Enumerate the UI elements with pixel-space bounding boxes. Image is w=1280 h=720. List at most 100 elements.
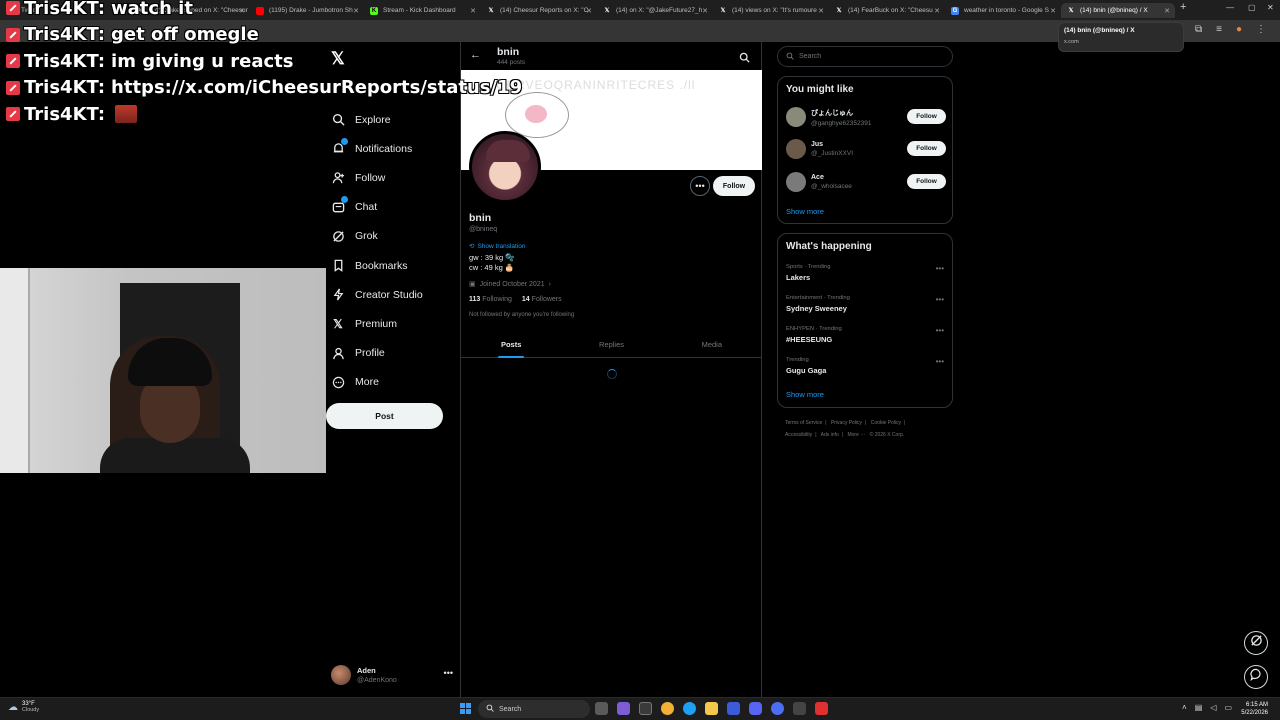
more-dots-icon[interactable]: ••• (936, 264, 944, 273)
sidebar-item-chat[interactable]: Chat (331, 193, 456, 222)
sidebar-item-notifications[interactable]: Notifications (331, 134, 456, 163)
copyright: © 2026 X Corp. (869, 432, 905, 438)
clock[interactable]: 6:15 AM 5/22/2026 (1241, 701, 1268, 717)
sidebar-item-grok[interactable]: Grok (331, 222, 456, 251)
footer-link[interactable]: Accessibility (785, 432, 812, 438)
emote-image (115, 105, 138, 124)
browser-tab-active[interactable]: 𝕏 (14) bnin (@bnineq) / X ✕ (1061, 3, 1175, 18)
sidebar-item-profile[interactable]: Profile (331, 339, 456, 368)
close-window-icon[interactable]: ✕ (1267, 3, 1274, 12)
minimize-icon[interactable]: — (1226, 3, 1234, 12)
trend-item[interactable]: Entertainment · Trending Sydney Sweeney … (786, 295, 946, 321)
account-handle: @AdenKono (357, 677, 397, 684)
follow-button[interactable]: Follow (907, 174, 946, 189)
grok-button[interactable] (1244, 631, 1268, 655)
messages-button[interactable] (1244, 665, 1268, 689)
close-tab-icon[interactable]: ✕ (1164, 7, 1170, 15)
sidebar-item-creator-studio[interactable]: Creator Studio (331, 280, 456, 309)
network-icon[interactable]: ▤ (1195, 703, 1203, 712)
trend-item[interactable]: Trending Gugu Gaga ••• (786, 357, 946, 383)
edge-icon[interactable] (683, 702, 696, 715)
footer-link[interactable]: More ··· (847, 432, 865, 438)
followers-link[interactable]: 14 Followers (522, 296, 562, 303)
weather-widget[interactable]: ☁ 33°F Cloudy (8, 701, 39, 713)
task-view-icon[interactable] (595, 702, 608, 715)
folder-icon[interactable] (705, 702, 718, 715)
close-tab-icon[interactable]: ✕ (1050, 7, 1056, 15)
footer-link[interactable]: Ads info (821, 432, 839, 438)
close-tab-icon[interactable]: ✕ (702, 7, 708, 15)
search-input[interactable] (799, 53, 939, 60)
chat-message: Tris4KT: (6, 101, 522, 128)
extensions-icon[interactable]: ⧉ (1195, 24, 1202, 35)
following-link[interactable]: 113 Following (469, 296, 512, 303)
chrome-icon[interactable] (661, 702, 674, 715)
show-more-link[interactable]: Show more (786, 390, 824, 399)
battery-icon[interactable]: ▭ (1224, 703, 1232, 712)
sidebar-item-more[interactable]: More (331, 368, 456, 397)
search-icon (486, 704, 494, 714)
show-translation-link[interactable]: ⟲ Show translation (469, 242, 526, 251)
more-options-button[interactable]: ••• (690, 176, 710, 196)
app-icon[interactable] (771, 702, 784, 715)
joined-date: ▣ Joined October 2021 › (469, 280, 551, 289)
sidebar-item-bookmarks[interactable]: Bookmarks (331, 251, 456, 280)
copilot-icon[interactable] (617, 702, 630, 715)
sidebar-icon[interactable]: ≡ (1216, 24, 1222, 35)
paw-icon (525, 105, 547, 123)
chat-badge (341, 196, 348, 204)
more-dots-icon[interactable]: ••• (936, 295, 944, 304)
tab-replies[interactable]: Replies (561, 332, 661, 357)
terminal-icon[interactable] (793, 702, 806, 715)
suggested-user[interactable]: Ace @_wholsacee Follow (786, 169, 946, 195)
follow-button[interactable]: Follow (907, 141, 946, 156)
trend-item[interactable]: ENHYPEN · Trending #HEESEUNG ••• (786, 326, 946, 352)
profile-avatar[interactable] (469, 131, 541, 203)
volume-icon[interactable]: ◁ (1210, 703, 1216, 712)
menu-icon[interactable]: ⋮ (1256, 24, 1266, 35)
search-icon[interactable] (739, 50, 750, 68)
suggested-user[interactable]: Jus @_JustinXXVI Follow (786, 136, 946, 162)
footer-link[interactable]: Privacy Policy (831, 420, 862, 426)
close-tab-icon[interactable]: ✕ (818, 7, 824, 15)
discord-icon[interactable] (749, 702, 762, 715)
more-dots-icon[interactable]: ••• (936, 357, 944, 366)
more-dots-icon[interactable]: ••• (444, 668, 453, 678)
new-tab-button[interactable]: + (1180, 1, 1186, 13)
maximize-icon[interactable]: ▢ (1248, 3, 1256, 12)
browser-tab[interactable]: 𝕏 (14) views on X: "It's rumoure ✕ (713, 3, 829, 18)
browser-tab[interactable]: 𝕏 (14) on X: "@JakeFuture27_h ✕ (597, 3, 713, 18)
follow-button[interactable]: Follow (713, 176, 755, 196)
suggested-user[interactable]: ぴょんじゅん @ganghye62352391 Follow (786, 104, 946, 130)
follow-stats: 113 Following 14 Followers (469, 296, 562, 303)
you-might-like-card: You might like ぴょんじゅん @ganghye62352391 Fo… (777, 76, 953, 224)
browser-tab[interactable]: Gweather in toronto - Google S ✕ (945, 3, 1061, 18)
settings-icon[interactable] (639, 702, 652, 715)
show-more-link[interactable]: Show more (786, 207, 824, 216)
account-switcher[interactable]: Aden @AdenKono ••• (331, 662, 453, 688)
taskbar-search[interactable]: Search (478, 700, 590, 718)
browser-tab[interactable]: 𝕏 (14) FearBuck on X: "Cheesu ✕ (829, 3, 945, 18)
profile-handle: @bnineq (469, 226, 498, 233)
sidebar-item-premium[interactable]: 𝕏 Premium (331, 309, 456, 338)
start-button[interactable] (460, 703, 471, 714)
tab-media[interactable]: Media (662, 332, 762, 357)
sidebar-item-follow[interactable]: Follow (331, 163, 456, 192)
trend-item[interactable]: Sports · Trending Lakers ••• (786, 264, 946, 290)
chevron-up-icon[interactable]: ˄ (1182, 703, 1187, 712)
close-tab-icon[interactable]: ✕ (586, 7, 592, 15)
follow-button[interactable]: Follow (907, 109, 946, 124)
chat-icon (331, 196, 348, 214)
search-field[interactable] (777, 46, 953, 67)
post-button[interactable]: Post (326, 403, 443, 429)
app-icon[interactable] (727, 702, 740, 715)
chevron-right-icon: › (548, 280, 551, 288)
tab-posts[interactable]: Posts (461, 332, 561, 358)
profile-avatar-icon[interactable]: ● (1236, 24, 1242, 35)
obs-icon[interactable] (815, 702, 828, 715)
more-dots-icon[interactable]: ••• (936, 326, 944, 335)
chat-message: Tris4KT: get off omegle (6, 22, 522, 49)
footer-link[interactable]: Terms of Service (785, 420, 822, 426)
footer-link[interactable]: Cookie Policy (871, 420, 901, 426)
close-tab-icon[interactable]: ✕ (934, 7, 940, 15)
